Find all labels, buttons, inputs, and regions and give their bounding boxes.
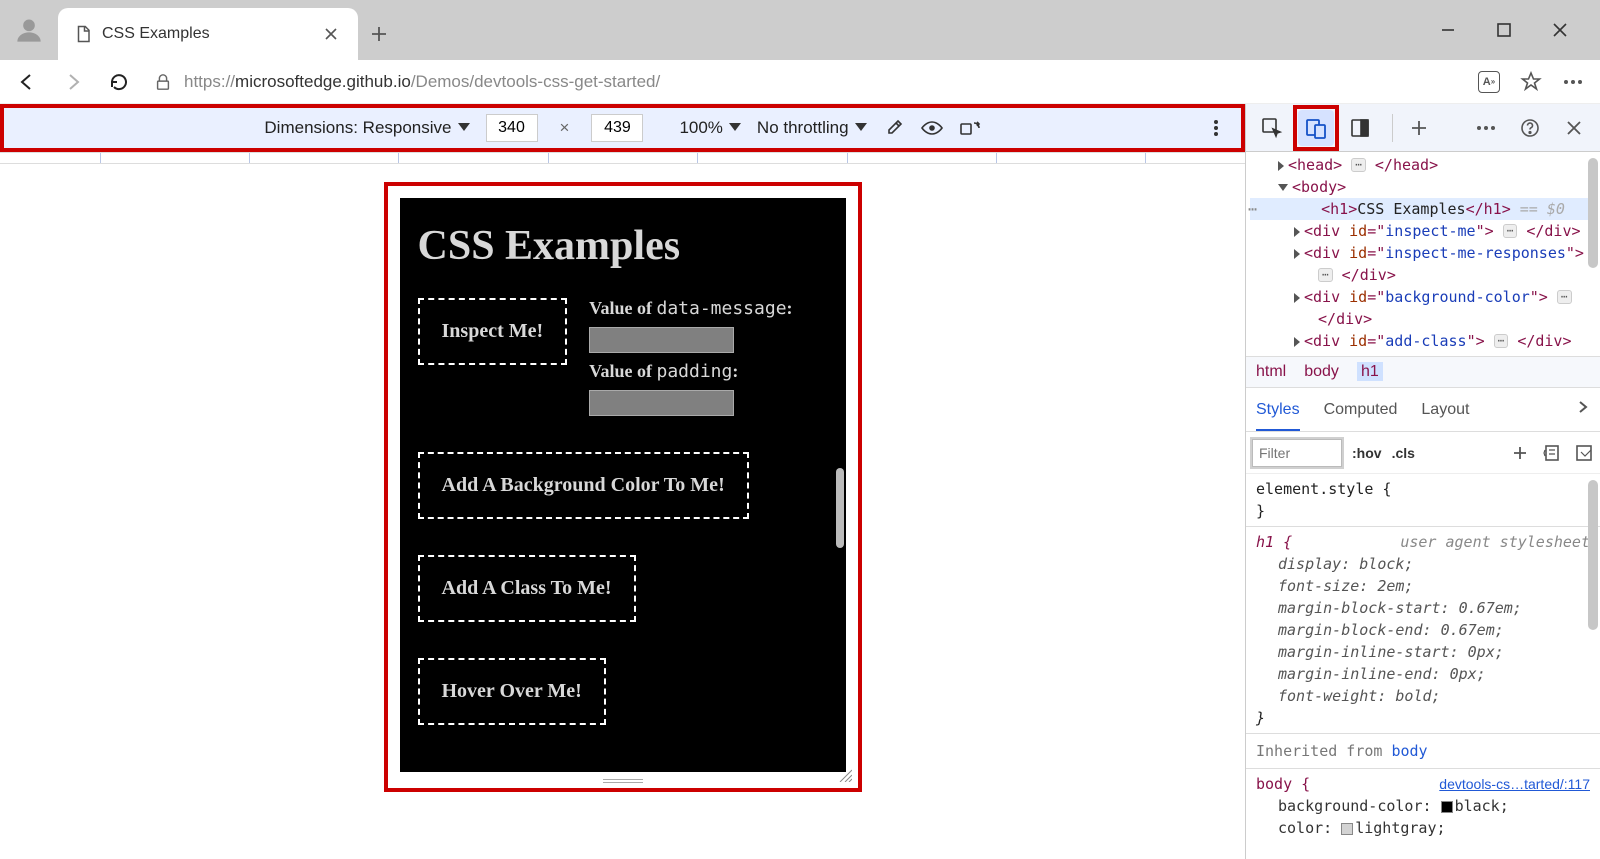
add-bg-box[interactable]: Add A Background Color To Me! [418, 452, 749, 519]
devtools-panel: <head> ⋯ </head> <body> ⋯ <h1>CSS Exampl… [1246, 104, 1600, 859]
address-bar-row: https://microsoftedge.github.io/Demos/de… [0, 60, 1600, 104]
dimensions-dropdown[interactable]: Dimensions: Responsive [264, 118, 469, 138]
hover-box[interactable]: Hover Over Me! [418, 658, 606, 725]
minimize-button[interactable] [1438, 20, 1458, 40]
forward-button[interactable] [62, 71, 84, 93]
file-icon [74, 25, 92, 43]
maximize-button[interactable] [1494, 20, 1514, 40]
devtools-tabbar [1246, 104, 1600, 152]
tab-layout[interactable]: Layout [1421, 401, 1469, 419]
browser-tab[interactable]: CSS Examples [58, 8, 358, 60]
dimensions-separator: × [554, 118, 576, 138]
more-tabs-icon[interactable] [1576, 400, 1590, 419]
refresh-button[interactable] [108, 71, 130, 93]
new-style-rule-button[interactable] [1510, 443, 1530, 463]
emulated-page[interactable]: CSS Examples Inspect Me! Value of data-m… [400, 198, 846, 772]
lock-icon [154, 73, 172, 91]
window-controls [1438, 0, 1594, 60]
close-window-button[interactable] [1550, 20, 1570, 40]
device-frame: CSS Examples Inspect Me! Value of data-m… [390, 188, 856, 786]
data-message-label: Value of data-message: [589, 298, 792, 319]
inspect-me-box[interactable]: Inspect Me! [418, 298, 568, 365]
cls-toggle[interactable]: .cls [1392, 445, 1415, 461]
devtools-more-button[interactable] [1468, 110, 1504, 146]
favorite-button[interactable] [1520, 71, 1542, 93]
rotate-icon[interactable] [959, 117, 981, 139]
tab-title: CSS Examples [102, 25, 310, 43]
close-tab-button[interactable] [320, 23, 342, 45]
viewport-stage: CSS Examples Inspect Me! Value of data-m… [0, 164, 1245, 859]
throttling-dropdown[interactable]: No throttling [757, 118, 867, 138]
height-input[interactable] [591, 114, 643, 142]
dom-scrollbar[interactable] [1588, 158, 1598, 350]
styles-tabs: Styles Computed Layout [1246, 388, 1600, 432]
close-devtools-button[interactable] [1556, 110, 1592, 146]
new-tab-button[interactable] [358, 8, 400, 60]
page-scrollbar[interactable] [836, 468, 844, 548]
dock-side-button[interactable] [1342, 110, 1378, 146]
hov-toggle[interactable]: :hov [1352, 445, 1382, 461]
dom-tree[interactable]: <head> ⋯ </head> <body> ⋯ <h1>CSS Exampl… [1246, 152, 1600, 356]
device-toggle-button[interactable] [1298, 110, 1334, 146]
styles-scrollbar[interactable] [1588, 480, 1598, 630]
toggle-common-rendering[interactable] [1542, 443, 1562, 463]
back-button[interactable] [16, 71, 38, 93]
resize-handle-corner[interactable] [838, 768, 852, 782]
width-input[interactable] [486, 114, 538, 142]
help-button[interactable] [1512, 110, 1548, 146]
computed-styles-sidebar[interactable] [1574, 443, 1594, 463]
selected-dom-node[interactable]: ⋯ <h1>CSS Examples</h1> == $0 [1250, 198, 1596, 220]
padding-label: Value of padding: [589, 361, 792, 382]
page-heading: CSS Examples [418, 222, 828, 270]
main-area: Dimensions: Responsive × 100% No throttl… [0, 104, 1600, 859]
inspect-tool[interactable] [1254, 110, 1290, 146]
new-panel-button[interactable] [1401, 110, 1437, 146]
viewport-column: Dimensions: Responsive × 100% No throttl… [0, 104, 1246, 859]
device-toolbar: Dimensions: Responsive × 100% No throttl… [0, 104, 1245, 152]
tab-styles[interactable]: Styles [1256, 401, 1300, 431]
browser-chrome: CSS Examples [0, 0, 1600, 60]
menu-button[interactable] [1562, 71, 1584, 93]
tab-computed[interactable]: Computed [1324, 401, 1398, 419]
dom-breadcrumb[interactable]: htmlbodyh1 [1246, 356, 1600, 388]
visibility-icon[interactable] [921, 117, 943, 139]
padding-input[interactable] [589, 390, 734, 416]
address-bar[interactable]: https://microsoftedge.github.io/Demos/de… [154, 72, 1454, 92]
styles-body[interactable]: element.style { } h1 {user agent stylesh… [1246, 474, 1600, 859]
color-picker-icon[interactable] [883, 117, 905, 139]
styles-filter-row: :hov .cls [1246, 432, 1600, 474]
device-toolbar-more[interactable] [1205, 117, 1227, 139]
source-link[interactable]: devtools-cs…tarted/:117 [1439, 773, 1590, 795]
url-text: https://microsoftedge.github.io/Demos/de… [184, 72, 660, 92]
styles-filter-input[interactable] [1252, 439, 1342, 467]
profile-icon[interactable] [0, 0, 58, 60]
ruler [0, 152, 1245, 164]
add-class-box[interactable]: Add A Class To Me! [418, 555, 636, 622]
zoom-dropdown[interactable]: 100% [679, 118, 740, 138]
data-message-input[interactable] [589, 327, 734, 353]
resize-handle-bottom[interactable] [603, 778, 643, 784]
read-aloud-button[interactable]: A» [1478, 71, 1500, 93]
